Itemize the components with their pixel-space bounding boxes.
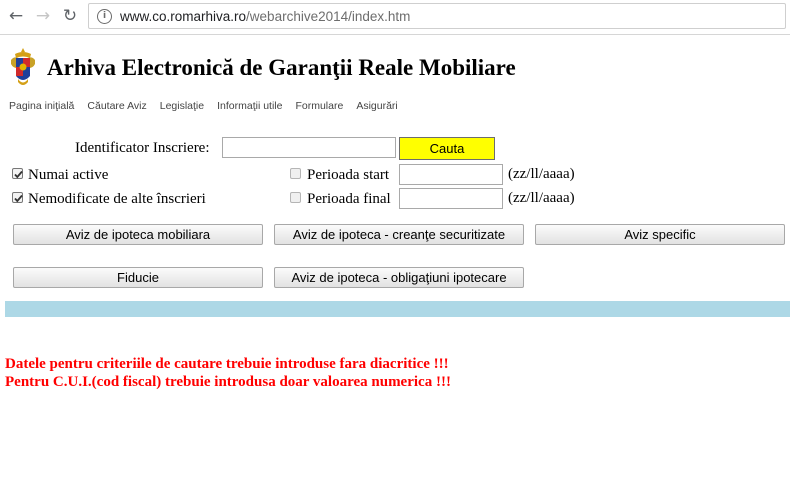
warning-cui: Pentru C.U.I.(cod fiscal) trebuie introd…	[5, 374, 451, 390]
unmodified-label: Nemodificate de alte înscrieri	[28, 191, 206, 207]
warning-diacritics: Datele pentru criteriile de cautare treb…	[5, 356, 449, 372]
menu-item-legislatie[interactable]: Legislaţie	[160, 100, 204, 113]
aviz-creante-securitizate-button[interactable]: Aviz de ipoteca - creanţe securitizate	[274, 224, 524, 245]
menu-item-formulare[interactable]: Formulare	[295, 100, 343, 113]
identifier-label: Identificator Inscriere:	[75, 140, 210, 156]
reload-icon[interactable]: ↻	[60, 6, 80, 26]
url-text: www.co.romarhiva.ro/webarchive2014/index…	[120, 8, 410, 25]
checkmark-icon	[14, 194, 23, 203]
active-only-label: Numai active	[28, 167, 109, 183]
checkmark-icon	[14, 170, 23, 179]
menu-item-asigurari[interactable]: Asigurări	[356, 100, 397, 113]
period-end-format: (zz/ll/aaaa)	[508, 190, 575, 206]
unmodified-checkbox[interactable]	[12, 192, 23, 203]
menu-item-pagina-initiala[interactable]: Pagina iniţială	[9, 100, 74, 113]
search-button[interactable]: Cauta	[399, 137, 495, 160]
forward-arrow-icon[interactable]: →	[33, 6, 53, 26]
menu-item-cautare-aviz[interactable]: Căutare Aviz	[87, 100, 146, 113]
aviz-specific-button[interactable]: Aviz specific	[535, 224, 785, 245]
menu-item-informatii-utile[interactable]: Informaţii utile	[217, 100, 282, 113]
fiducie-button[interactable]: Fiducie	[13, 267, 263, 288]
url-path: /webarchive2014/index.htm	[246, 9, 411, 24]
period-end-checkbox[interactable]	[290, 192, 301, 203]
aviz-obligatiuni-ipotecare-button[interactable]: Aviz de ipoteca - obligaţiuni ipotecare	[274, 267, 524, 288]
divider-bar	[5, 301, 790, 317]
romanian-coat-of-arms-icon	[11, 48, 35, 85]
aviz-ipoteca-mobiliara-button[interactable]: Aviz de ipoteca mobiliara	[13, 224, 263, 245]
active-only-checkbox[interactable]	[12, 168, 23, 179]
info-icon[interactable]: i	[97, 9, 112, 24]
main-menu: Pagina iniţială Căutare Aviz Legislaţie Inf…	[9, 96, 411, 114]
period-start-label: Perioada start	[307, 167, 390, 183]
url-host: www.co.romarhiva.ro	[120, 9, 247, 24]
period-end-input[interactable]	[399, 188, 503, 209]
period-end-label: Perioada final	[307, 191, 391, 207]
identifier-input[interactable]	[222, 137, 396, 158]
back-arrow-icon[interactable]: ←	[6, 6, 26, 26]
site-title: Arhiva Electronică de Garanţii Reale Mob…	[47, 55, 516, 80]
period-start-format: (zz/ll/aaaa)	[508, 166, 575, 182]
period-start-checkbox[interactable]	[290, 168, 301, 179]
address-bar[interactable]: i www.co.romarhiva.ro/webarchive2014/ind…	[88, 3, 786, 29]
browser-toolbar: ← → ↻ i www.co.romarhiva.ro/webarchive20…	[0, 0, 790, 35]
period-start-input[interactable]	[399, 164, 503, 185]
